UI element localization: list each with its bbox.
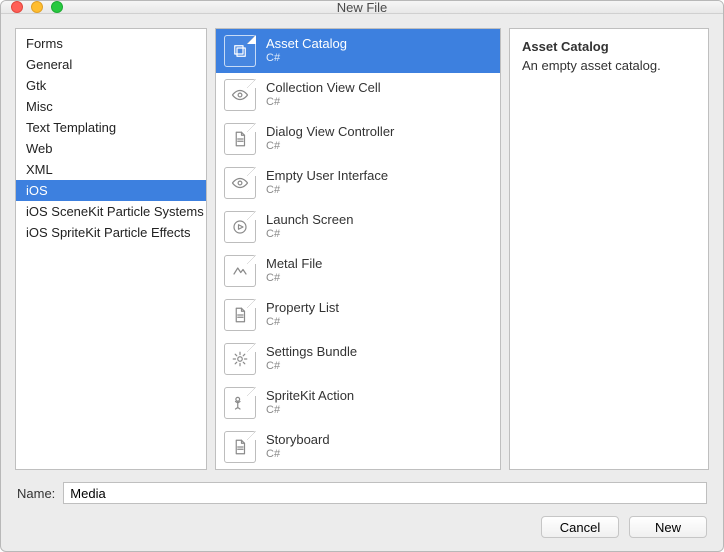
category-item[interactable]: Misc	[16, 96, 206, 117]
eye-icon	[224, 79, 256, 111]
template-text: Dialog View ControllerC#	[266, 125, 394, 153]
template-item[interactable]: Launch ScreenC#	[216, 205, 500, 249]
template-item[interactable]: Metal FileC#	[216, 249, 500, 293]
template-text: Settings BundleC#	[266, 345, 357, 373]
template-language: C#	[266, 52, 347, 65]
new-button[interactable]: New	[629, 516, 707, 538]
new-file-dialog: New File FormsGeneralGtkMiscText Templat…	[0, 0, 724, 552]
category-list: FormsGeneralGtkMiscText TemplatingWebXML…	[16, 29, 206, 247]
template-item[interactable]: Property ListC#	[216, 293, 500, 337]
category-item[interactable]: General	[16, 54, 206, 75]
gear-icon	[224, 343, 256, 375]
file-icon	[224, 299, 256, 331]
eye-icon	[224, 167, 256, 199]
cancel-button[interactable]: Cancel	[541, 516, 619, 538]
category-item[interactable]: iOS	[16, 180, 206, 201]
file-icon	[224, 123, 256, 155]
template-text: Collection View CellC#	[266, 81, 381, 109]
template-item[interactable]: SpriteKit ActionC#	[216, 381, 500, 425]
category-item[interactable]: XML	[16, 159, 206, 180]
layers-icon	[224, 35, 256, 67]
category-item[interactable]: Forms	[16, 33, 206, 54]
name-row: Name:	[15, 482, 709, 504]
template-text: Empty User InterfaceC#	[266, 169, 388, 197]
template-text: Property ListC#	[266, 301, 339, 329]
template-text: StoryboardC#	[266, 433, 330, 461]
template-item[interactable]: Dialog View ControllerC#	[216, 117, 500, 161]
template-name: SpriteKit Action	[266, 389, 354, 404]
dialog-footer: Cancel New	[15, 516, 709, 540]
template-language: C#	[266, 184, 388, 197]
template-language: C#	[266, 360, 357, 373]
template-text: Launch ScreenC#	[266, 213, 353, 241]
template-text: Metal FileC#	[266, 257, 322, 285]
zigzag-icon	[224, 255, 256, 287]
template-name: Launch Screen	[266, 213, 353, 228]
template-name: Asset Catalog	[266, 37, 347, 52]
template-name: Storyboard	[266, 433, 330, 448]
template-language: C#	[266, 272, 322, 285]
template-item[interactable]: Collection View CellC#	[216, 73, 500, 117]
file-icon	[224, 431, 256, 463]
titlebar: New File	[1, 1, 723, 14]
template-language: C#	[266, 96, 381, 109]
panes: FormsGeneralGtkMiscText TemplatingWebXML…	[15, 28, 709, 470]
template-name: Settings Bundle	[266, 345, 357, 360]
template-item[interactable]: Empty User InterfaceC#	[216, 161, 500, 205]
template-name: Property List	[266, 301, 339, 316]
template-name: Empty User Interface	[266, 169, 388, 184]
window-title: New File	[1, 0, 723, 15]
template-text: Asset CatalogC#	[266, 37, 347, 65]
details-description: An empty asset catalog.	[522, 58, 696, 73]
template-name: Metal File	[266, 257, 322, 272]
details-title: Asset Catalog	[522, 39, 696, 54]
name-label: Name:	[17, 486, 55, 501]
template-text: SpriteKit ActionC#	[266, 389, 354, 417]
template-name: Collection View Cell	[266, 81, 381, 96]
template-language: C#	[266, 404, 354, 417]
dialog-content: FormsGeneralGtkMiscText TemplatingWebXML…	[1, 14, 723, 552]
template-language: C#	[266, 316, 339, 329]
details-pane: Asset Catalog An empty asset catalog.	[509, 28, 709, 470]
category-pane: FormsGeneralGtkMiscText TemplatingWebXML…	[15, 28, 207, 470]
name-input[interactable]	[63, 482, 707, 504]
category-item[interactable]: iOS SceneKit Particle Systems	[16, 201, 206, 222]
template-name: Dialog View Controller	[266, 125, 394, 140]
template-pane: Asset CatalogC#Collection View CellC#Dia…	[215, 28, 501, 470]
category-item[interactable]: Gtk	[16, 75, 206, 96]
template-item[interactable]: Settings BundleC#	[216, 337, 500, 381]
category-item[interactable]: Web	[16, 138, 206, 159]
flag-icon	[224, 387, 256, 419]
play-icon	[224, 211, 256, 243]
category-item[interactable]: Text Templating	[16, 117, 206, 138]
category-item[interactable]: iOS SpriteKit Particle Effects	[16, 222, 206, 243]
template-language: C#	[266, 228, 353, 241]
template-item[interactable]: Asset CatalogC#	[216, 29, 500, 73]
template-language: C#	[266, 140, 394, 153]
template-list: Asset CatalogC#Collection View CellC#Dia…	[216, 29, 500, 469]
template-item[interactable]: StoryboardC#	[216, 425, 500, 469]
template-language: C#	[266, 448, 330, 461]
